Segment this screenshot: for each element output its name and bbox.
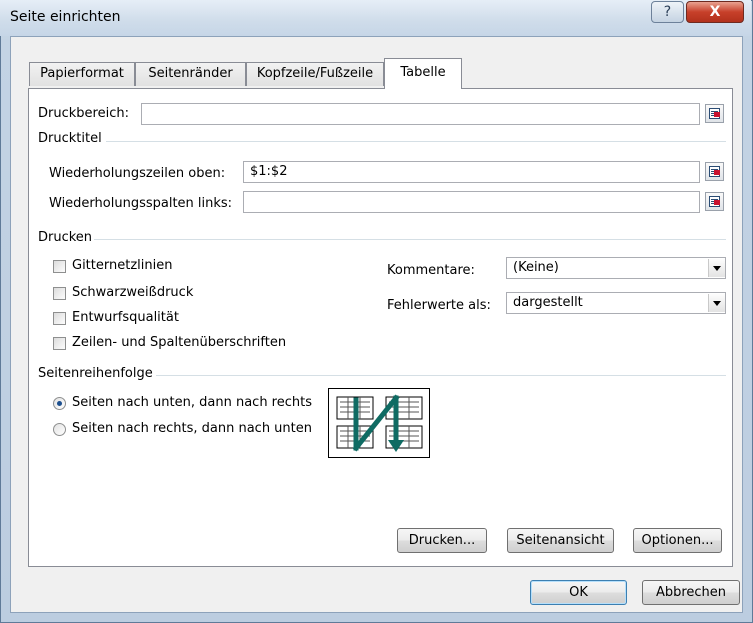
gridlines-checkbox[interactable]: [53, 260, 66, 273]
close-button[interactable]: X: [686, 1, 744, 23]
close-icon: X: [709, 4, 721, 20]
tab-panel: [28, 88, 733, 567]
errors-select[interactable]: dargestellt: [506, 292, 726, 314]
title-bar[interactable]: Seite einrichten: [0, 0, 751, 36]
print-button[interactable]: Drucken...: [397, 528, 487, 553]
help-button[interactable]: ?: [651, 1, 684, 23]
tab-tabelle[interactable]: Tabelle: [384, 58, 462, 89]
cancel-button[interactable]: Abbrechen: [642, 580, 740, 605]
tab-kopfzeile-fusszeile[interactable]: Kopfzeile/Fußzeile: [246, 62, 384, 86]
row-col-headings-checkbox[interactable]: [53, 337, 66, 350]
help-icon: ?: [663, 4, 672, 20]
comments-value: (Keine): [513, 260, 559, 275]
range-picker-icon[interactable]: [705, 192, 724, 211]
ok-button[interactable]: OK: [530, 580, 627, 605]
repeat-rows-input[interactable]: $1:$2: [243, 161, 700, 183]
radio-over-then-down[interactable]: [53, 423, 66, 436]
options-button[interactable]: Optionen...: [633, 528, 722, 553]
tab-seitenraender[interactable]: Seitenränder: [135, 62, 246, 86]
print-area-input[interactable]: [141, 103, 700, 125]
comments-select[interactable]: (Keine): [506, 257, 726, 279]
range-picker-icon[interactable]: [705, 162, 724, 181]
tab-papierformat[interactable]: Papierformat: [29, 62, 135, 86]
black-white-checkbox[interactable]: [53, 287, 66, 300]
window-title: Seite einrichten: [10, 9, 121, 25]
draft-quality-checkbox[interactable]: [53, 312, 66, 325]
print-preview-button[interactable]: Seitenansicht: [507, 528, 614, 553]
radio-down-then-over[interactable]: [53, 397, 66, 410]
errors-value: dargestellt: [513, 295, 583, 310]
chevron-down-icon[interactable]: [708, 259, 725, 277]
repeat-cols-input[interactable]: [243, 191, 700, 213]
range-picker-icon[interactable]: [705, 104, 724, 123]
chevron-down-icon[interactable]: [708, 294, 725, 312]
